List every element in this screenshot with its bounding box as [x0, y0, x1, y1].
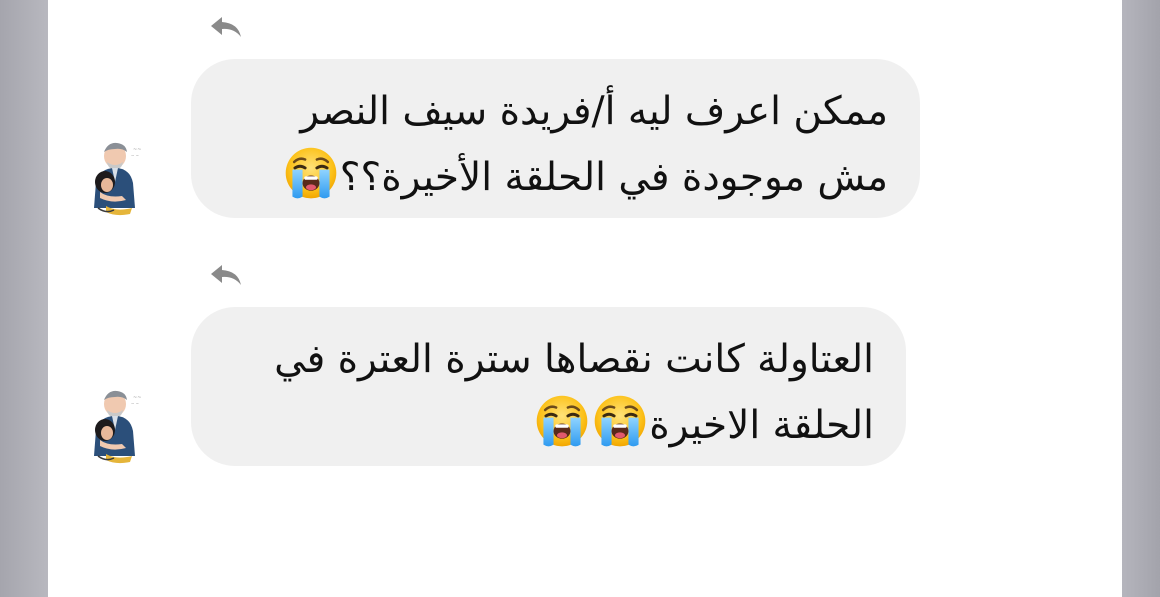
loudly-crying-face-emoji: [535, 394, 589, 448]
message-text-segment: الحلقة الاخيرة: [649, 403, 874, 448]
right-background-edge: [1122, 0, 1160, 597]
avatar[interactable]: [86, 138, 150, 218]
message-text-line: الحلقة الاخيرة: [223, 393, 874, 459]
message-text-line: العتاولة كانت نقصاها سترة العترة في: [274, 337, 874, 382]
reply-arrow-icon[interactable]: [208, 260, 244, 290]
message-text-segment: مش موجودة في الحلقة الأخيرة؟؟: [339, 155, 888, 200]
message-bubble[interactable]: ممكن اعرف ليه أ/فريدة سيف النصر مش موجود…: [191, 59, 920, 218]
loudly-crying-face-emoji: [284, 146, 338, 200]
message-text-line: مش موجودة في الحلقة الأخيرة؟؟: [223, 145, 888, 211]
message-text-line: ممكن اعرف ليه أ/فريدة سيف النصر: [300, 89, 888, 134]
message-bubble[interactable]: العتاولة كانت نقصاها سترة العترة في الحل…: [191, 307, 906, 466]
left-background-edge: [0, 0, 48, 597]
avatar[interactable]: [86, 386, 150, 466]
reply-arrow-icon[interactable]: [208, 12, 244, 42]
loudly-crying-face-emoji: [593, 394, 647, 448]
